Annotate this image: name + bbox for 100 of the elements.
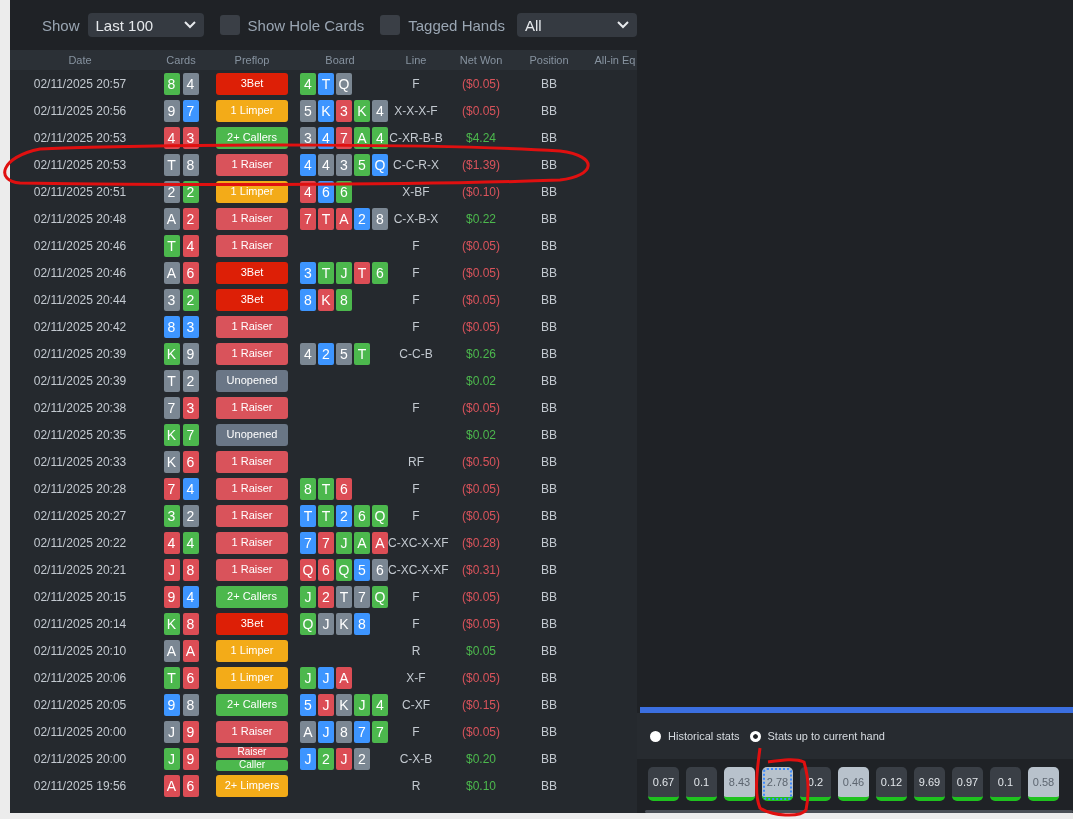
card: 3 — [336, 153, 352, 176]
net-won-cell-text: ($0.05) — [461, 76, 501, 91]
card: J — [300, 666, 316, 689]
chevron-down-icon — [183, 21, 196, 29]
card: 7 — [354, 585, 370, 608]
column-header[interactable]: Line — [388, 54, 444, 66]
card: 6 — [336, 477, 352, 500]
card: 7 — [182, 99, 199, 122]
card: 3 — [336, 99, 352, 122]
radio-icon[interactable] — [650, 730, 661, 742]
checkbox[interactable] — [219, 15, 240, 35]
card: 4 — [182, 234, 199, 257]
card: 7 — [372, 720, 388, 743]
chevron-down-icon — [617, 21, 629, 29]
preflop-tag: 1 Limper — [216, 99, 288, 122]
card: 2 — [318, 747, 334, 770]
card: K — [163, 342, 180, 365]
stat-tile[interactable]: 0.97 — [952, 767, 983, 801]
card: J — [354, 693, 370, 716]
date-cell-text: 02/11/2025 20:48 — [32, 211, 128, 226]
card: 2 — [182, 207, 199, 230]
net-won-cell-text: ($0.05) — [461, 400, 501, 415]
line-cell-text: C-XF — [401, 697, 431, 712]
card: Q — [336, 558, 352, 581]
stat-tile[interactable]: 0.1 — [990, 767, 1021, 801]
preflop-tag: Raiser — [216, 746, 288, 758]
stat-tile[interactable]: 0.12 — [876, 767, 907, 801]
position-cell-text: BB — [540, 400, 558, 415]
stat-tile[interactable]: 9.69 — [914, 767, 945, 801]
stat-tile[interactable]: 0.67 — [648, 767, 679, 801]
card: 2 — [354, 747, 370, 770]
range-select[interactable]: Last 100 — [87, 13, 204, 37]
net-won-cell-text: ($0.05) — [461, 481, 501, 496]
column-header[interactable]: All-in Eq — [580, 54, 637, 66]
stat-tile[interactable]: 8.43 — [724, 767, 755, 801]
net-won-cell-text: ($0.10) — [461, 184, 501, 199]
filter-select[interactable]: All — [517, 13, 637, 37]
date-cell-text: 02/11/2025 20:46 — [32, 238, 128, 253]
card: 4 — [300, 342, 316, 365]
card: 2 — [336, 504, 352, 527]
stat-tile[interactable]: 2.78 — [762, 767, 793, 801]
checkbox[interactable] — [380, 15, 401, 35]
card: A — [336, 666, 352, 689]
card: K — [163, 423, 180, 446]
net-won-cell-text: ($0.05) — [461, 292, 501, 307]
date-cell-text: 02/11/2025 20:44 — [32, 292, 128, 307]
card: 8 — [182, 558, 199, 581]
column-header[interactable]: Date — [10, 54, 150, 66]
card: 4 — [182, 477, 199, 500]
date-cell-text: 02/11/2025 20:33 — [32, 454, 128, 469]
card: 7 — [300, 207, 316, 230]
preflop-tag: 1 Raiser — [216, 315, 288, 338]
card: A — [354, 531, 370, 554]
preflop-tag: Unopened — [216, 369, 288, 392]
card: 2 — [318, 585, 334, 608]
position-cell-text: BB — [540, 184, 558, 199]
card: T — [336, 585, 352, 608]
line-cell-text: F — [411, 481, 421, 496]
net-won-cell-text: ($0.50) — [461, 454, 501, 469]
net-won-cell-text: $0.22 — [465, 211, 497, 226]
card: 6 — [318, 558, 334, 581]
card: 6 — [182, 450, 199, 473]
card: 5 — [354, 153, 370, 176]
line-cell-text: F — [411, 616, 421, 631]
position-cell-text: BB — [540, 778, 558, 793]
stat-tile[interactable]: 0.46 — [838, 767, 869, 801]
card: 3 — [182, 396, 199, 419]
card: J — [300, 585, 316, 608]
card: K — [318, 288, 334, 311]
date-cell-text: 02/11/2025 20:51 — [32, 184, 128, 199]
card: 9 — [163, 693, 180, 716]
preflop-tag: 1 Raiser — [216, 558, 288, 581]
date-cell-text: 02/11/2025 20:00 — [32, 751, 128, 766]
net-won-cell-text: $0.20 — [465, 751, 497, 766]
card: A — [372, 531, 388, 554]
card: 4 — [182, 72, 199, 95]
column-header[interactable]: Net Won — [444, 54, 518, 66]
card: J — [318, 612, 334, 635]
column-header[interactable]: Cards — [150, 54, 212, 66]
position-cell-text: BB — [540, 562, 558, 577]
stat-tile[interactable]: 0.1 — [686, 767, 717, 801]
date-cell-text: 02/11/2025 20:53 — [32, 130, 128, 145]
column-header[interactable]: Preflop — [212, 54, 292, 66]
column-header[interactable]: Position — [518, 54, 580, 66]
card: Q — [300, 558, 316, 581]
card: 3 — [163, 504, 180, 527]
date-cell-text: 02/11/2025 20:00 — [32, 724, 128, 739]
date-cell-text: 02/11/2025 20:14 — [32, 616, 128, 631]
card: J — [318, 666, 334, 689]
radio-icon[interactable] — [749, 730, 761, 742]
stat-tile[interactable]: 0.58 — [1028, 767, 1059, 801]
line-cell-text: C-C-B — [398, 346, 434, 361]
line-cell-text: RF — [407, 454, 425, 469]
card: 4 — [300, 180, 316, 203]
card: 6 — [336, 180, 352, 203]
card: 7 — [318, 531, 334, 554]
card: 7 — [354, 720, 370, 743]
column-header[interactable]: Board — [292, 54, 388, 66]
radio-option[interactable]: Historical stats — [650, 730, 740, 742]
net-won-cell-text: ($0.05) — [461, 238, 501, 253]
